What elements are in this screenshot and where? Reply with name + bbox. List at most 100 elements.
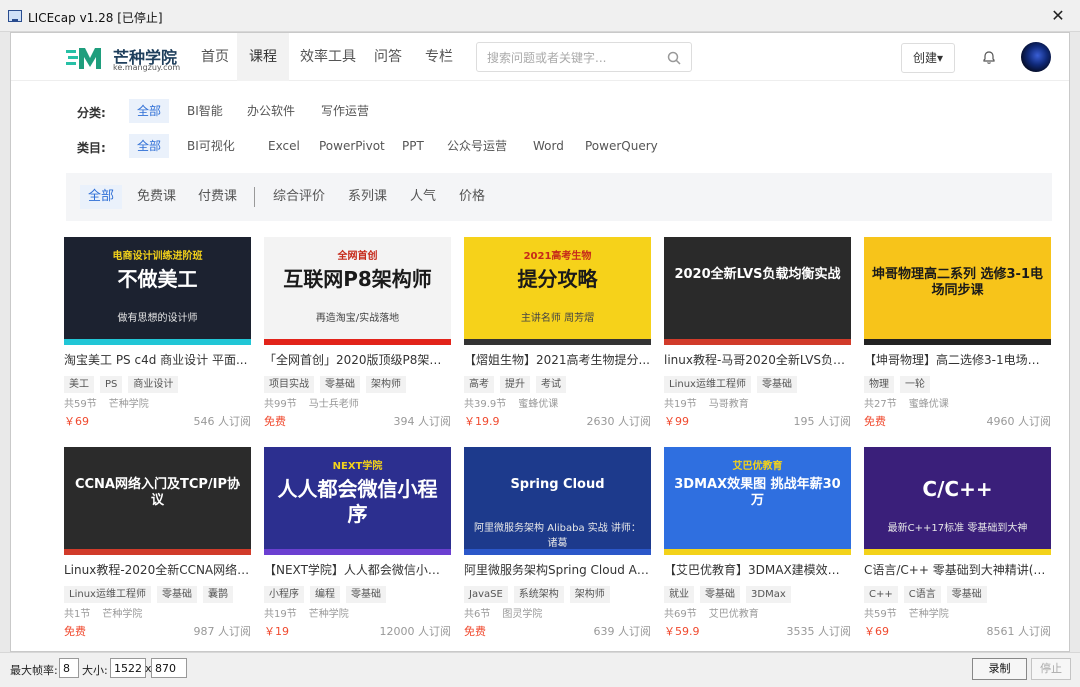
category-bi[interactable]: BI智能 [179,99,231,123]
course-org[interactable]: 芒种学院 [909,609,949,620]
course-card[interactable]: 坤哥物理高二系列 选修3-1电场同步课 【坤哥物理】高二选修3-1电场同... 物理… [864,237,1051,437]
course-org[interactable]: 马哥教育 [709,399,749,410]
course-card[interactable]: 电商设计训练进阶班 不做美工 做有思想的设计师淘宝美工 PS c4d 商业设计 平面… [64,237,251,437]
type-bi-visual[interactable]: BI可视化 [179,134,243,158]
course-title[interactable]: Linux教程-2020全新CCNA网络入... [64,561,251,578]
course-org[interactable]: 蜜蜂优课 [909,399,949,410]
course-tag[interactable]: JavaSE [464,586,508,603]
course-title[interactable]: C语言/C++ 零基础到大神精讲(C++1... [864,561,1051,578]
course-cover-image[interactable]: 2020全新LVS负载均衡实战 [664,237,851,345]
course-card[interactable]: 2020全新LVS负载均衡实战 linux教程-马哥2020全新LVS负载... L… [664,237,851,437]
course-tag[interactable]: 考试 [536,376,566,393]
course-cover-image[interactable]: Spring Cloud 阿里微服务架构 Alibaba 实战 讲师：诸葛 [464,447,651,555]
search-icon[interactable] [667,51,681,65]
course-cover-image[interactable]: 坤哥物理高二系列 选修3-1电场同步课 [864,237,1051,345]
course-title[interactable]: 阿里微服务架构Spring Cloud Alib... [464,561,651,578]
course-tag[interactable]: 囊鹊 [202,586,233,603]
course-tag[interactable]: 零基础 [756,376,797,393]
nav-home[interactable]: 首页 [189,33,241,81]
course-tag[interactable]: 零基础 [346,586,386,603]
course-tag[interactable]: 项目实战 [264,376,314,393]
create-button[interactable]: 创建▾ [901,43,955,73]
sort-overall[interactable]: 综合评价 [265,185,333,209]
course-cover-image[interactable]: 全网首创 互联网P8架构师 再造淘宝/实战落地 [264,237,451,345]
course-org[interactable]: 蜜蜂优课 [518,399,558,410]
course-org[interactable]: 图灵学院 [502,609,542,620]
stop-button[interactable]: 停止 [1031,658,1071,680]
type-excel[interactable]: Excel [260,134,308,158]
course-cover-image[interactable]: 2021高考生物 提分攻略 主讲名师 周芳熠 [464,237,651,345]
course-cover-image[interactable]: CCNA网络入门及TCP/IP协议 [64,447,251,555]
course-tag[interactable]: 零基础 [700,586,740,603]
course-org[interactable]: 艾巴优教育 [709,609,759,620]
type-powerpivot[interactable]: PowerPivot [311,134,393,158]
course-tag[interactable]: Linux运维工程师 [64,586,151,603]
type-ppt[interactable]: PPT [394,134,432,158]
type-powerquery[interactable]: PowerQuery [577,134,666,158]
course-title[interactable]: 【NEXT学院】人人都会微信小程序 [264,561,451,578]
course-tag[interactable]: 提升 [500,376,530,393]
width-input[interactable] [110,658,146,678]
nav-tools[interactable]: 效率工具 [288,33,368,81]
avatar[interactable] [1021,42,1051,72]
course-tag[interactable]: 高考 [464,376,494,393]
course-tag[interactable]: 一轮 [900,376,930,393]
record-button[interactable]: 录制 [972,658,1027,680]
nav-qa[interactable]: 问答 [362,33,414,81]
course-title[interactable]: 【艾巴优教育】3DMAX建模效果... [664,561,851,578]
course-tag[interactable]: 零基础 [320,376,360,393]
course-tag[interactable]: 架构师 [366,376,406,393]
sort-price[interactable]: 价格 [451,185,493,209]
nav-courses[interactable]: 课程 [237,33,289,81]
course-card[interactable]: Spring Cloud 阿里微服务架构 Alibaba 实战 讲师：诸葛阿里微服… [464,447,651,647]
type-word[interactable]: Word [525,134,572,158]
course-tag[interactable]: PS [100,376,123,393]
search-input[interactable] [487,49,667,67]
course-title[interactable]: 淘宝美工 PS c4d 商业设计 平面... [64,351,251,368]
course-cover-image[interactable]: NEXT学院 人人都会微信小程序 [264,447,451,555]
course-tag[interactable]: 商业设计 [128,376,179,393]
course-title[interactable]: 「全网首创」2020版顶级P8架构... [264,351,451,368]
category-office[interactable]: 办公软件 [239,99,303,123]
close-icon[interactable]: ✕ [1048,6,1068,26]
sort-free[interactable]: 免费课 [129,185,184,209]
height-input[interactable] [151,658,187,678]
nav-column[interactable]: 专栏 [413,33,465,81]
course-tag[interactable]: 就业 [664,586,694,603]
category-writing[interactable]: 写作运营 [313,99,377,123]
course-title[interactable]: linux教程-马哥2020全新LVS负载... [664,351,851,368]
course-org[interactable]: 马士兵老师 [309,399,359,410]
course-tag[interactable]: 系统架构 [513,586,564,603]
course-tag[interactable]: C++ [864,586,898,603]
course-cover-image[interactable]: 电商设计训练进阶班 不做美工 做有思想的设计师 [64,237,251,345]
search-box[interactable] [476,42,692,72]
course-card[interactable]: 全网首创 互联网P8架构师 再造淘宝/实战落地「全网首创」2020版顶级P8架构..… [264,237,451,437]
bell-icon[interactable] [981,49,997,65]
category-all[interactable]: 全部 [129,99,170,123]
course-title[interactable]: 【熠姐生物】2021高考生物提分... [464,351,651,368]
course-tag[interactable]: 编程 [310,586,340,603]
course-card[interactable]: 2021高考生物 提分攻略 主讲名师 周芳熠【熠姐生物】2021高考生物提分... 高… [464,237,651,437]
course-tag[interactable]: 零基础 [156,586,197,603]
sort-series[interactable]: 系列课 [340,185,395,209]
course-tag[interactable]: C语言 [903,586,941,603]
type-wechat[interactable]: 公众号运营 [439,134,515,158]
course-org[interactable]: 芒种学院 [109,399,149,410]
course-tag[interactable]: 物理 [864,376,894,393]
course-cover-image[interactable]: 艾巴优教育 3DMAX效果图 挑战年薪30万 [664,447,851,555]
type-all[interactable]: 全部 [129,134,170,158]
course-card[interactable]: CCNA网络入门及TCP/IP协议 Linux教程-2020全新CCNA网络入..… [64,447,251,647]
course-cover-image[interactable]: C/C++ 最新C++17标准 零基础到大神 [864,447,1051,555]
course-card[interactable]: NEXT学院 人人都会微信小程序【NEXT学院】人人都会微信小程序 小程序 编程 零基础… [264,447,451,647]
course-card[interactable]: 艾巴优教育 3DMAX效果图 挑战年薪30万【艾巴优教育】3DMAX建模效果...… [664,447,851,647]
fps-input[interactable] [59,658,79,678]
site-logo[interactable]: 芒种学院 ke.mangzuy.com [66,43,186,73]
course-org[interactable]: 芒种学院 [102,609,142,620]
sort-paid[interactable]: 付费课 [190,185,245,209]
course-tag[interactable]: 架构师 [569,586,610,603]
sort-popularity[interactable]: 人气 [402,185,444,209]
course-tag[interactable]: 3DMax [746,586,791,603]
course-tag[interactable]: Linux运维工程师 [664,376,751,393]
course-tag[interactable]: 小程序 [264,586,304,603]
course-card[interactable]: C/C++ 最新C++17标准 零基础到大神 C语言/C++ 零基础到大神精讲(C+… [864,447,1051,647]
